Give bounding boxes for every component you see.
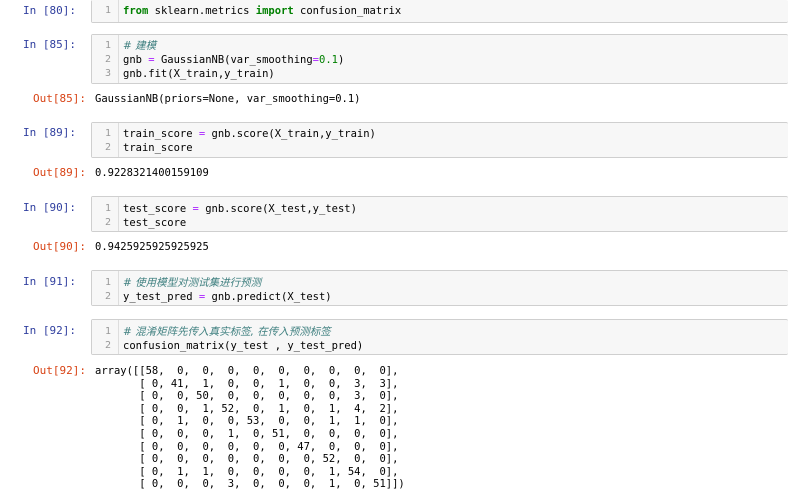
code-comment: # 混淆矩阵先传入真实标签, 在传入预测标签 — [123, 326, 331, 338]
code-line: confusion_matrix(y_test , y_test_pred) — [123, 340, 364, 352]
input-prompt: In [92]: — [23, 324, 76, 337]
code-line: y_test_pred = gnb.predict(X_test) — [123, 290, 332, 304]
output-prompt: Out[85]: — [33, 92, 86, 105]
array-output-line: [ 0, 41, 1, 0, 0, 1, 0, 0, 3, 3], — [95, 377, 399, 390]
code-text: ) — [337, 54, 345, 66]
code-input[interactable]: 1 2 test_score = gnb.score(X_test,y_test… — [91, 196, 788, 232]
code-input[interactable]: 1 2 # 混淆矩阵先传入真实标签, 在传入预测标签 confusion_mat… — [91, 319, 788, 355]
input-prompt: In [80]: — [23, 4, 76, 17]
array-output-line: array([[58, 0, 0, 0, 0, 0, 0, 0, 0, 0], — [95, 365, 399, 377]
code-text: y_test_pred — [123, 291, 199, 303]
line-number: 2 — [104, 340, 111, 351]
number-literal: 0.1 — [319, 54, 338, 66]
output-prompt: Out[92]: — [33, 364, 86, 377]
output-prompt: Out[89]: — [33, 166, 86, 179]
output-text: 0.9228321400159109 — [95, 167, 209, 179]
cell-91[interactable]: In [91]: 1 2 # 使用模型对测试集进行预测 y_test_pred … — [0, 270, 788, 306]
code-text: sklearn.metrics — [148, 5, 256, 17]
array-output-line: [ 0, 1, 0, 0, 53, 0, 0, 1, 1, 0], — [95, 415, 399, 428]
code-input[interactable]: 1 2 # 使用模型对测试集进行预测 y_test_pred = gnb.pre… — [91, 270, 788, 306]
code-line: train_score — [123, 142, 193, 154]
output-text: 0.9425925925925925 — [95, 241, 209, 253]
line-number: 2 — [104, 54, 111, 65]
code-line: train_score = gnb.score(X_train,y_train) — [123, 127, 376, 141]
code-text: GaussianNB(var_smoothing — [154, 54, 313, 66]
code-text: test_score — [123, 203, 193, 215]
cell-92[interactable]: In [92]: 1 2 # 混淆矩阵先传入真实标签, 在传入预测标签 conf… — [0, 319, 788, 504]
line-number: 1 — [104, 277, 111, 288]
line-number: 1 — [104, 5, 111, 16]
code-line: gnb.fit(X_train,y_train) — [123, 68, 275, 80]
array-output-line: [ 0, 0, 1, 52, 0, 1, 0, 1, 4, 2], — [95, 402, 399, 415]
code-text: confusion_matrix — [293, 5, 402, 17]
output-prompt: Out[90]: — [33, 240, 86, 253]
cell-89[interactable]: In [89]: 1 2 train_score = gnb.score(X_t… — [0, 122, 788, 184]
line-number: 2 — [104, 142, 111, 153]
input-prompt: In [91]: — [23, 275, 76, 288]
input-prompt: In [90]: — [23, 201, 76, 214]
code-comment: # 建模 — [123, 40, 157, 52]
keyword: from — [123, 5, 149, 17]
code-text: gnb.score(X_test,y_test) — [198, 203, 357, 215]
array-output-line: [ 0, 0, 0, 0, 0, 0, 0, 52, 0, 0], — [95, 453, 399, 466]
code-line: test_score — [123, 217, 187, 229]
code-text: gnb.score(X_train,y_train) — [205, 128, 376, 140]
array-output-line: [ 0, 0, 0, 0, 0, 0, 47, 0, 0, 0], — [95, 440, 399, 453]
line-number: 2 — [104, 217, 111, 228]
input-prompt: In [89]: — [23, 126, 76, 139]
code-text: gnb.predict(X_test) — [205, 291, 332, 303]
code-input[interactable]: 1 2 3 # 建模 gnb = GaussianNB(var_smoothin… — [91, 34, 788, 84]
cell-80[interactable]: In [80]: 1 from sklearn.metrics import c… — [0, 0, 788, 26]
array-output-line: [ 0, 0, 0, 1, 0, 51, 0, 0, 0, 0], — [95, 428, 399, 440]
cell-85[interactable]: In [85]: 1 2 3 # 建模 gnb = GaussianNB(var… — [0, 34, 788, 110]
code-input[interactable]: 1 2 train_score = gnb.score(X_train,y_tr… — [91, 122, 788, 158]
line-number: 1 — [104, 40, 111, 51]
code-line: gnb = GaussianNB(var_smoothing=0.1) — [123, 53, 344, 67]
code-text: gnb — [123, 54, 149, 66]
line-number: 3 — [104, 68, 111, 79]
line-number: 1 — [104, 326, 111, 337]
cell-90[interactable]: In [90]: 1 2 test_score = gnb.score(X_te… — [0, 196, 788, 258]
code-comment: # 使用模型对测试集进行预测 — [123, 277, 262, 289]
array-output-line: [ 0, 0, 50, 0, 0, 0, 0, 0, 3, 0], — [95, 390, 399, 403]
keyword: import — [255, 5, 294, 17]
code-line: test_score = gnb.score(X_test,y_test) — [123, 202, 357, 216]
array-output-line: [ 0, 0, 0, 3, 0, 0, 0, 1, 0, 51]]) — [95, 478, 405, 491]
line-number: 1 — [104, 128, 111, 139]
code-text: train_score — [123, 128, 199, 140]
line-number: 2 — [104, 291, 111, 302]
array-output-line: [ 0, 1, 1, 0, 0, 0, 0, 1, 54, 0], — [95, 465, 399, 478]
code-line: from sklearn.metrics import confusion_ma… — [123, 4, 401, 18]
output-text: GaussianNB(priors=None, var_smoothing=0.… — [95, 93, 361, 105]
code-input[interactable]: 1 from sklearn.metrics import confusion_… — [91, 0, 788, 23]
line-number: 1 — [104, 203, 111, 214]
input-prompt: In [85]: — [23, 38, 76, 51]
